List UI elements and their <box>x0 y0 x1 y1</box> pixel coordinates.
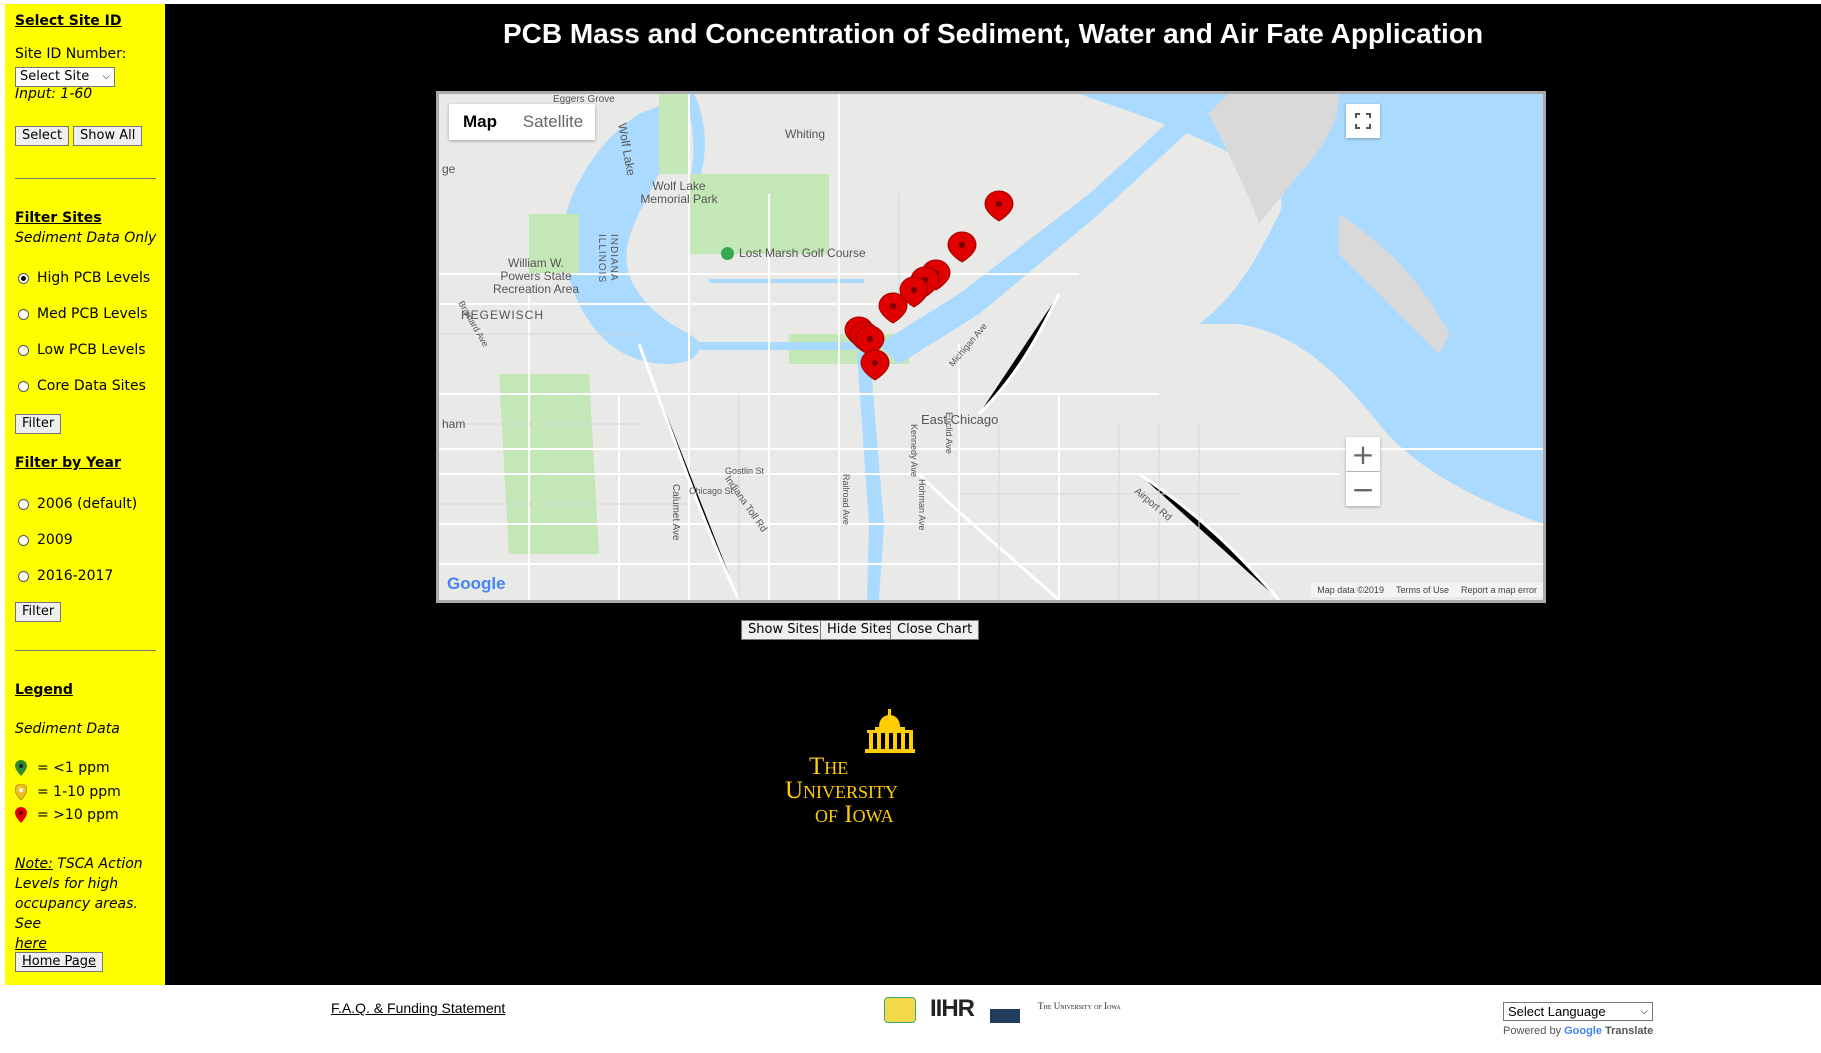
filter-sites-subtitle: Sediment Data Only <box>15 230 157 246</box>
iihr-logo-mark <box>990 1009 1020 1023</box>
year-option-2009[interactable]: 2009 <box>18 532 73 548</box>
note-label: Note: <box>15 856 53 872</box>
legend-label: = 1-10 ppm <box>37 784 121 800</box>
filter-option-high[interactable]: High PCB Levels <box>18 270 150 286</box>
radio-low[interactable] <box>18 344 29 356</box>
filter-year-button[interactable]: Filter <box>15 602 62 622</box>
powered-by-translate: Powered by Google Translate <box>1503 1025 1653 1037</box>
iowa-logo-small[interactable] <box>884 997 916 1023</box>
filter-option-med[interactable]: Med PCB Levels <box>18 306 148 322</box>
site-marker[interactable] <box>984 190 1014 222</box>
map[interactable]: Whiting Wolf Lake Wolf Lake Memorial Par… <box>436 91 1546 603</box>
map-type-control: Map Satellite <box>449 104 595 140</box>
faq-link[interactable]: F.A.Q. & Funding Statement <box>331 1000 505 1016</box>
site-marker[interactable] <box>878 292 908 324</box>
year-option-label: 2009 <box>37 532 73 548</box>
yellow-pin-icon <box>15 784 27 800</box>
logo-line-1: The <box>809 753 849 780</box>
select-site-heading: Select Site ID <box>15 13 122 29</box>
old-capitol-icon <box>865 709 915 753</box>
green-pin-icon <box>15 760 27 776</box>
map-data-text: Map data ©2019 <box>1317 585 1384 595</box>
iihr-logo[interactable]: IIHR <box>930 995 975 1023</box>
chevron-down-icon: ⌵ <box>1640 1006 1648 1017</box>
main-panel: PCB Mass and Concentration of Sediment, … <box>165 4 1821 985</box>
filter-option-label: High PCB Levels <box>37 270 151 286</box>
map-attribution-bar: Map data ©2019 Terms of Use Report a map… <box>1311 583 1543 597</box>
logo-line-2: University <box>785 777 899 804</box>
radio-med[interactable] <box>18 308 29 320</box>
radio-2009[interactable] <box>18 534 29 546</box>
legend-item-yellow: = 1-10 ppm <box>15 784 121 800</box>
report-map-error-link[interactable]: Report a map error <box>1461 585 1537 595</box>
radio-2006[interactable] <box>18 498 29 510</box>
legend-heading: Legend <box>15 682 73 698</box>
red-pin-icon <box>15 807 27 823</box>
sidebar: Select Site ID Site ID Number: Select Si… <box>5 4 165 985</box>
year-option-label: 2016-2017 <box>37 568 114 584</box>
select-button[interactable]: Select <box>15 126 70 146</box>
map-type-satellite[interactable]: Satellite <box>511 104 595 140</box>
filter-option-label: Low PCB Levels <box>37 342 146 358</box>
year-option-2016[interactable]: 2016-2017 <box>18 568 113 584</box>
filter-option-low[interactable]: Low PCB Levels <box>18 342 146 358</box>
site-marker[interactable] <box>947 231 977 263</box>
map-type-map[interactable]: Map <box>449 104 511 140</box>
language-select[interactable]: Select Language ⌵ <box>1503 1002 1653 1021</box>
radio-core[interactable] <box>18 380 29 392</box>
filter-option-label: Med PCB Levels <box>37 306 148 322</box>
language-select-value: Select Language <box>1508 1004 1606 1019</box>
legend-label: = >10 ppm <box>37 807 119 823</box>
show-all-button[interactable]: Show All <box>73 126 143 146</box>
legend-item-green: = <1 ppm <box>15 760 110 776</box>
chevron-down-icon: ⌵ <box>102 71 110 82</box>
radio-2016[interactable] <box>18 570 29 582</box>
university-logo: The University of Iowa <box>785 709 935 834</box>
input-hint: Input: 1-60 <box>15 86 93 102</box>
university-logo-small[interactable]: The University of Iowa <box>1038 1001 1128 1011</box>
note-text: TSCA Action <box>52 856 143 872</box>
filter-sites-heading: Filter Sites <box>15 210 102 226</box>
legend-label: = <1 ppm <box>37 760 110 776</box>
radio-high[interactable] <box>18 272 29 284</box>
filter-sites-button[interactable]: Filter <box>15 414 62 434</box>
translate-link[interactable]: Translate <box>1605 1025 1653 1037</box>
filter-option-label: Core Data Sites <box>37 378 146 394</box>
google-wordmark: Google <box>1564 1025 1602 1037</box>
tsca-note: Note: TSCA Action Levels for high occupa… <box>15 854 160 954</box>
google-logo: Google <box>447 574 506 593</box>
zoom-in-button[interactable]: + <box>1346 437 1380 471</box>
tsca-here-link[interactable]: here <box>15 936 47 952</box>
hide-sites-button[interactable]: Hide Sites <box>820 620 900 640</box>
powered-by-text: Powered by <box>1503 1025 1562 1037</box>
marker-layer <box>844 190 1014 381</box>
filter-option-core[interactable]: Core Data Sites <box>18 378 146 394</box>
fullscreen-button[interactable] <box>1346 104 1380 138</box>
legend-subtitle: Sediment Data <box>15 721 120 737</box>
legend-item-red: = >10 ppm <box>15 807 119 823</box>
divider <box>15 650 156 651</box>
home-page-button[interactable]: Home Page <box>15 952 103 972</box>
page-title: PCB Mass and Concentration of Sediment, … <box>502 18 1484 49</box>
site-id-select[interactable]: Select Site ⌵ <box>15 67 115 87</box>
note-text: occupancy areas. See <box>15 896 138 932</box>
site-marker[interactable] <box>860 349 890 381</box>
zoom-out-button[interactable]: − <box>1346 472 1380 506</box>
terms-of-use-link[interactable]: Terms of Use <box>1396 585 1449 595</box>
year-option-2006[interactable]: 2006 (default) <box>18 496 137 512</box>
site-select-value: Select Site <box>20 69 90 84</box>
divider <box>15 178 156 179</box>
show-sites-button[interactable]: Show Sites <box>741 620 826 640</box>
year-option-label: 2006 (default) <box>37 496 138 512</box>
logo-line-3: of Iowa <box>815 801 894 828</box>
fullscreen-icon <box>1355 113 1371 129</box>
footer: F.A.Q. & Funding Statement IIHR The Univ… <box>0 985 1821 1053</box>
note-text: Levels for high <box>15 876 119 892</box>
site-id-label: Site ID Number: <box>15 46 127 62</box>
close-chart-button[interactable]: Close Chart <box>890 620 980 640</box>
filter-year-heading: Filter by Year <box>15 455 121 471</box>
home-page-label: Home Page <box>22 954 96 969</box>
